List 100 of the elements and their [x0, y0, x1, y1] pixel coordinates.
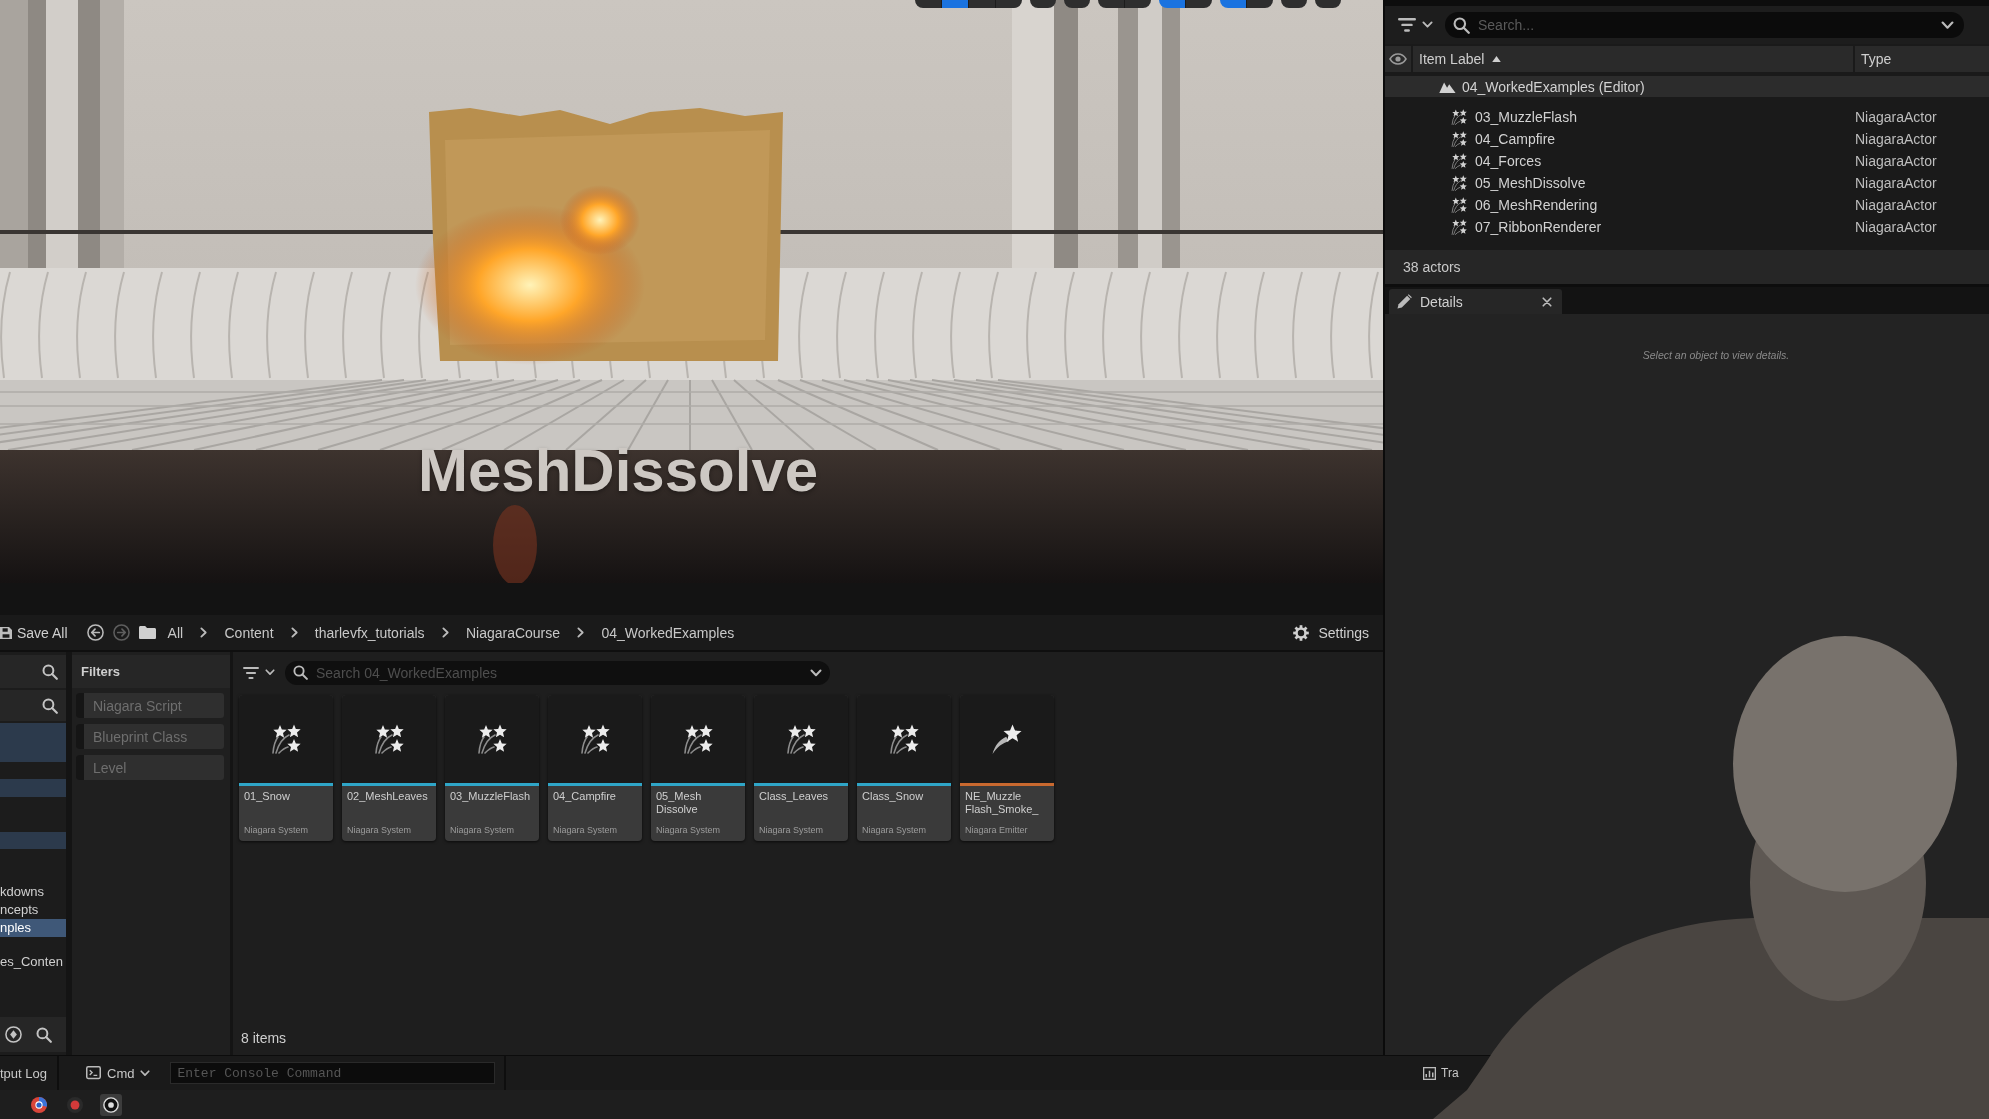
asset-name: 05_Mesh Dissolve: [656, 790, 703, 816]
stars-icon: [1451, 109, 1467, 125]
actor-label[interactable]: 04_Forces: [1475, 153, 1542, 169]
actor-label[interactable]: 07_RibbonRenderer: [1475, 219, 1602, 235]
breadcrumb-link[interactable]: Content: [224, 624, 274, 641]
viewport-toolbar-button[interactable]: [915, 0, 941, 8]
close-button[interactable]: [1542, 296, 1552, 307]
breadcrumb-link[interactable]: tharlevfx_tutorials: [314, 624, 425, 641]
section-header-bar: [0, 779, 66, 797]
actor-label[interactable]: 03_MuzzleFlash: [1475, 109, 1577, 125]
folder-tree-item[interactable]: ncepts: [0, 901, 66, 919]
gear-icon: [1293, 624, 1310, 641]
actor-label[interactable]: 05_MeshDissolve: [1475, 175, 1586, 191]
close-icon: [1542, 296, 1552, 307]
chevron-right-icon: [441, 627, 449, 638]
viewport-toolbar-button[interactable]: [1124, 0, 1151, 8]
terminal-icon: [86, 1066, 101, 1080]
search-box[interactable]: Search 04_WorkedExamples: [285, 660, 830, 685]
column-header[interactable]: Type: [1855, 46, 1989, 72]
chevron-right-icon: [290, 627, 298, 638]
chevron-right-icon: [200, 627, 208, 638]
breadcrumb-link[interactable]: 04_WorkedExamples: [601, 624, 735, 641]
stars-icon: [1451, 175, 1467, 191]
details-tab[interactable]: Details: [1389, 289, 1562, 314]
asset-tile[interactable]: 02_MeshLeaves Niagara System: [342, 695, 436, 841]
pencil-icon: [1397, 294, 1412, 309]
actor-label[interactable]: 04_Campfire: [1475, 131, 1556, 147]
filter-button[interactable]: [1398, 17, 1433, 33]
viewport-toolbar-button[interactable]: [1246, 0, 1273, 8]
outliner-row[interactable]: 04_WorkedExamples (Editor): [1385, 76, 1989, 97]
save-all-button[interactable]: Save All: [0, 624, 68, 641]
viewport-toolbar-button[interactable]: [1064, 0, 1090, 8]
asset-name: Class_Snow: [862, 790, 925, 803]
actor-type: NiagaraActor: [1855, 219, 1938, 235]
search-input[interactable]: Search 04_WorkedExamples: [316, 664, 802, 681]
breadcrumb-link[interactable]: All: [167, 624, 184, 641]
stars-icon: [1451, 197, 1467, 213]
search-box[interactable]: Search...: [1445, 12, 1964, 38]
stars-icon: [1451, 131, 1467, 147]
asset-type: Niagara System: [759, 825, 825, 836]
viewport-toolbar-button[interactable]: [1030, 0, 1056, 8]
chevron-down-icon: [1422, 21, 1433, 29]
item-count: 8 items: [241, 1030, 287, 1046]
stars-icon: [580, 724, 610, 754]
app-icon: [67, 1096, 83, 1113]
asset-name: 01_Snow: [244, 790, 291, 803]
asset-name: 02_MeshLeaves: [347, 790, 429, 803]
settings-button[interactable]: Settings: [1293, 624, 1369, 641]
asset-tile[interactable]: 01_Snow Niagara System: [239, 695, 333, 841]
level-label[interactable]: 04_WorkedExamples (Editor): [1462, 78, 1645, 95]
stars-icon: [1451, 153, 1467, 169]
asset-type: Niagara System: [244, 825, 310, 836]
stars-icon: [477, 724, 507, 754]
viewport-toolbar-button[interactable]: [995, 0, 1022, 8]
trace-button[interactable]: Tra: [1423, 1066, 1459, 1080]
asset-type: Niagara Emitter: [965, 825, 1029, 836]
viewport-toolbar-button[interactable]: [1315, 0, 1341, 8]
details-hint: Select an object to view details.: [1642, 348, 1790, 362]
search-icon[interactable]: [36, 1026, 52, 1043]
taskbar-app-button[interactable]: [100, 1093, 122, 1116]
viewport-toolbar-button[interactable]: [1281, 0, 1307, 8]
breadcrumb-link[interactable]: NiagaraCourse: [465, 624, 561, 641]
asset-tile[interactable]: 05_Mesh Dissolve Niagara System: [651, 695, 745, 841]
asset-name: Class_Leaves: [759, 790, 830, 803]
folder-tree-item[interactable]: kdowns: [0, 883, 66, 901]
asset-tile[interactable]: NE_Muzzle Flash_Smoke_ Niagara Emitter: [960, 695, 1054, 841]
folder-tree-item[interactable]: es_Conten: [0, 953, 66, 971]
asset-type: Niagara System: [450, 825, 516, 836]
asset-tile[interactable]: Class_Snow Niagara System: [857, 695, 951, 841]
output-log-button[interactable]: tput Log: [0, 1065, 47, 1081]
column-header[interactable]: Item Label: [1413, 46, 1855, 72]
asset-tile[interactable]: 04_Campfire Niagara System: [548, 695, 642, 841]
chevron-down-icon: [140, 1069, 151, 1077]
section-header-bar: [0, 723, 66, 762]
search-icon: [293, 665, 308, 680]
console-input[interactable]: Enter Console Command: [170, 1062, 496, 1084]
folder-tree-item[interactable]: nples: [0, 919, 66, 937]
chevron-down-icon: [265, 669, 275, 676]
eye-icon[interactable]: [1389, 53, 1407, 65]
cmd-dropdown[interactable]: Cmd: [86, 1065, 151, 1081]
chevron-right-icon: [577, 627, 585, 638]
search-icon: [42, 663, 58, 680]
back-button[interactable]: [86, 624, 104, 641]
search-icon: [42, 697, 58, 714]
asset-tile[interactable]: Class_Leaves Niagara System: [754, 695, 848, 841]
asset-tile[interactable]: 03_MuzzleFlash Niagara System: [445, 695, 539, 841]
forward-button[interactable]: [112, 624, 130, 641]
search-bar[interactable]: [0, 690, 66, 721]
actor-label[interactable]: 06_MeshRendering: [1475, 197, 1598, 213]
search-bar[interactable]: [0, 655, 66, 688]
asset-name: 04_Campfire: [553, 790, 617, 803]
stars-icon: [889, 724, 919, 754]
filter-button[interactable]: [243, 665, 275, 680]
viewport-toolbar-button[interactable]: [1185, 0, 1212, 8]
actor-count: 38 actors: [1403, 259, 1461, 275]
bar-chart-icon: [1423, 1066, 1436, 1080]
app-icon: [103, 1096, 119, 1113]
asset-name: NE_Muzzle Flash_Smoke_: [965, 790, 1040, 816]
actor-type: NiagaraActor: [1855, 153, 1938, 169]
viewport-toolbar-button[interactable]: [1098, 0, 1124, 8]
